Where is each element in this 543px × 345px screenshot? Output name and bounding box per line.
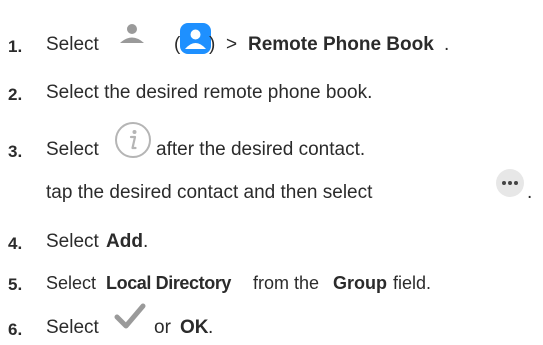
contact-blue-icon (180, 23, 211, 61)
step-3-note: tap the desired contact and then select (46, 181, 372, 205)
arrow-text: > (226, 34, 238, 55)
step-text-mid: from the (253, 273, 320, 293)
step-number: 2. (8, 85, 23, 104)
step-number: 5. (8, 275, 23, 294)
step-number: 4. (8, 234, 23, 253)
info-icon (114, 121, 152, 166)
step-text-after: after the desired contact. (156, 139, 366, 160)
step-text: Select (46, 231, 99, 252)
paren-close: ) (209, 34, 216, 55)
step-number: 1. (8, 37, 23, 56)
period: . (143, 231, 149, 252)
ok-label: OK (180, 317, 209, 338)
step-text: Select (46, 139, 99, 160)
period: . (444, 34, 450, 55)
step-text: Select (46, 317, 99, 338)
step-number: 6. (8, 320, 23, 339)
step-text: Select the desired remote phone book. (46, 82, 373, 103)
step-text-mid: or (154, 317, 171, 338)
step-text: Select (46, 273, 97, 293)
group-label: Group (333, 273, 387, 293)
step-number: 3. (8, 142, 23, 161)
step-text: Select (46, 34, 99, 55)
person-gray-icon (119, 23, 145, 50)
more-icon (495, 168, 525, 203)
step-text-end: field. (393, 273, 432, 293)
local-directory-label: Local Directory (106, 273, 232, 293)
add-label: Add (106, 231, 143, 252)
period: . (208, 317, 214, 338)
checkmark-icon (114, 302, 146, 337)
note-period: . (527, 182, 533, 203)
menu-path: Remote Phone Book (248, 34, 434, 55)
note-text: tap the desired contact and then select (46, 182, 373, 203)
